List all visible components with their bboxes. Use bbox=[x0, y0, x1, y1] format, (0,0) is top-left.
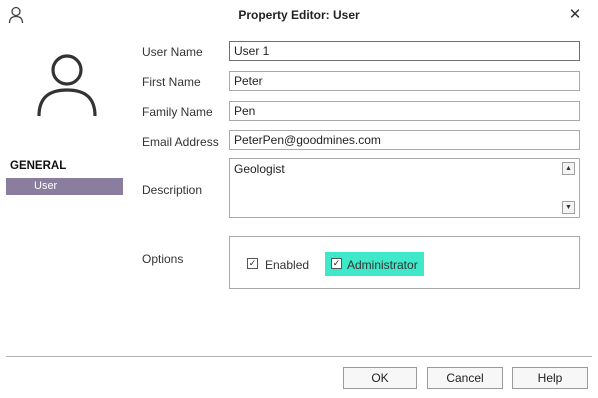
property-editor-dialog: Property Editor: User ✕ GENERAL User Use… bbox=[0, 0, 598, 398]
close-icon[interactable]: ✕ bbox=[566, 5, 584, 25]
sidebar-item-user[interactable]: User bbox=[6, 178, 123, 195]
window-title: Property Editor: User bbox=[238, 8, 360, 22]
email-field[interactable] bbox=[229, 130, 580, 150]
user-name-field[interactable] bbox=[229, 41, 580, 61]
user-name-label: User Name bbox=[142, 45, 203, 59]
email-label: Email Address bbox=[142, 135, 219, 149]
title-bar: Property Editor: User ✕ bbox=[0, 0, 598, 32]
first-name-field[interactable] bbox=[229, 71, 580, 91]
first-name-label: First Name bbox=[142, 75, 201, 89]
family-name-field[interactable] bbox=[229, 101, 580, 121]
family-name-label: Family Name bbox=[142, 105, 213, 119]
enabled-checkbox[interactable]: ✓ bbox=[247, 258, 258, 269]
sidebar-item-label: User bbox=[34, 180, 58, 192]
user-avatar-icon bbox=[37, 54, 97, 117]
scroll-down-icon[interactable]: ▼ bbox=[562, 201, 575, 214]
administrator-label[interactable]: Administrator bbox=[347, 258, 418, 272]
section-label-general: GENERAL bbox=[10, 160, 67, 172]
description-field[interactable]: Geologist bbox=[230, 159, 560, 217]
description-label: Description bbox=[142, 183, 203, 197]
footer-divider bbox=[6, 356, 592, 357]
scroll-up-icon[interactable]: ▲ bbox=[562, 162, 575, 175]
description-box: Geologist bbox=[229, 158, 580, 218]
options-label: Options bbox=[142, 252, 184, 266]
cancel-button[interactable]: Cancel bbox=[427, 367, 503, 389]
ok-button[interactable]: OK bbox=[343, 367, 417, 389]
administrator-checkbox[interactable]: ✓ bbox=[331, 258, 342, 269]
help-button[interactable]: Help bbox=[512, 367, 588, 389]
enabled-label[interactable]: Enabled bbox=[265, 258, 309, 272]
